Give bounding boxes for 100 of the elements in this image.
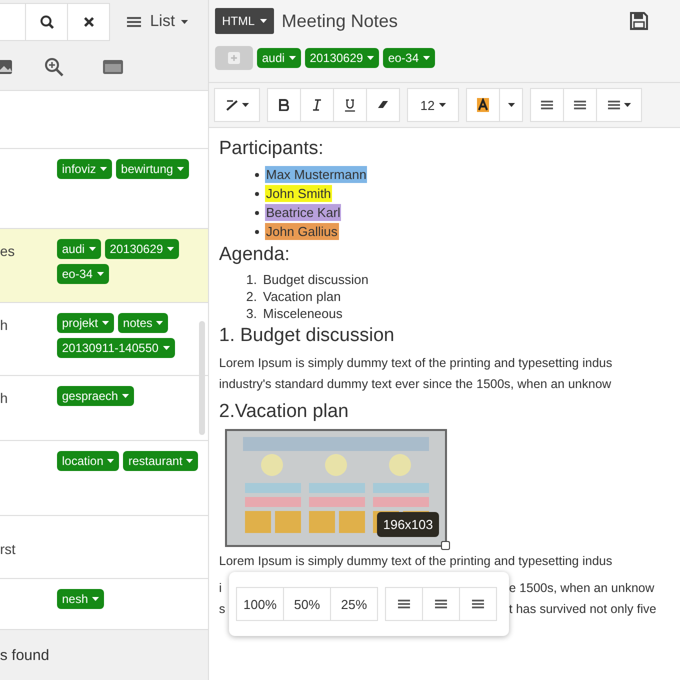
paragraph-line: industry's standard dummy text ever since the 1500s, when an unknow — [219, 376, 612, 393]
tag[interactable]: 20130629 — [304, 48, 380, 68]
tag[interactable]: eo-34 — [57, 264, 109, 284]
tag[interactable]: 20130911-140550 — [57, 338, 175, 358]
highlight-color-button[interactable] — [466, 88, 500, 122]
format-menu[interactable]: HTML — [215, 8, 274, 34]
font-size-menu[interactable]: 12 — [407, 88, 459, 122]
caret-icon — [422, 56, 430, 60]
note-title: rst — [0, 540, 17, 557]
note-title: h — [0, 389, 9, 406]
caret-icon — [102, 321, 110, 325]
float-right-button[interactable] — [422, 587, 460, 621]
caret-icon — [624, 103, 630, 107]
tag[interactable]: audi — [57, 239, 101, 259]
agenda-item: Budget discussion — [263, 272, 369, 287]
underline-button[interactable] — [333, 88, 367, 122]
clear-format-button[interactable] — [366, 88, 400, 122]
caret-icon — [88, 247, 96, 251]
style-button[interactable] — [214, 88, 260, 122]
view-menu[interactable]: List — [124, 13, 188, 31]
note-title: es — [0, 242, 16, 259]
bullet-icon — [255, 192, 259, 196]
clear-button[interactable] — [68, 3, 110, 41]
tag[interactable]: eo-34 — [383, 48, 435, 68]
caret-icon — [156, 321, 164, 325]
resize-handle[interactable] — [441, 541, 450, 550]
paragraph-fragment: t has survived not only five — [509, 601, 658, 618]
content-heading: 1. Budget discussion — [219, 325, 396, 347]
magic-wand-icon — [226, 99, 238, 111]
highlighted-name: John Smith — [265, 185, 332, 202]
note-row[interactable]: es audi 20130629 eo-34 — [0, 229, 208, 303]
tag[interactable]: 20130629 — [104, 239, 180, 259]
list-icon — [124, 16, 144, 28]
image-icon[interactable] — [0, 59, 14, 75]
status-text: s found — [0, 646, 50, 664]
image-size-button[interactable]: 25% — [330, 587, 378, 621]
image-size-label: 196x103 — [377, 512, 439, 537]
caret-icon — [288, 56, 296, 60]
bullet-icon — [255, 230, 259, 234]
search-field[interactable] — [0, 3, 26, 41]
tag[interactable]: location — [57, 451, 120, 471]
bullet-icon — [255, 210, 259, 214]
bold-button[interactable] — [267, 88, 301, 122]
italic-icon — [313, 99, 321, 111]
caret-icon — [96, 272, 104, 276]
list-icon — [398, 598, 410, 610]
note-title: h — [0, 316, 9, 333]
caret-icon — [508, 103, 514, 107]
window-icon[interactable] — [102, 59, 124, 75]
save-icon[interactable] — [630, 12, 648, 30]
list-icon — [574, 99, 586, 111]
caret-icon — [438, 103, 446, 107]
bullet-list-button[interactable] — [530, 88, 564, 122]
tag[interactable]: restaurant — [123, 451, 198, 471]
tag[interactable]: projekt — [57, 313, 114, 333]
search-button[interactable] — [26, 3, 68, 41]
content-heading: Participants: — [219, 138, 325, 160]
tag[interactable]: gespraech — [57, 386, 134, 406]
no-float-button[interactable] — [459, 587, 497, 621]
zoom-in-icon[interactable] — [44, 57, 64, 77]
image-frame[interactable]: 196x103 — [225, 429, 447, 547]
tag[interactable]: nesh — [57, 589, 104, 609]
caret-icon — [177, 167, 184, 171]
agenda-item: Misceleneous — [263, 306, 342, 321]
align-menu[interactable] — [596, 88, 642, 122]
note-title: Meeting Notes — [282, 10, 399, 32]
bullet-icon — [255, 172, 259, 176]
scrollbar[interactable] — [199, 321, 205, 435]
float-left-button[interactable] — [385, 587, 423, 621]
image-size-button[interactable]: 100% — [236, 587, 284, 621]
caret-icon — [92, 597, 100, 601]
numbered-list-button[interactable] — [563, 88, 597, 122]
caret-icon — [367, 56, 374, 60]
tag[interactable]: infoviz — [57, 159, 112, 179]
letter-color-icon — [477, 98, 489, 112]
tag[interactable]: bewirtung — [116, 159, 190, 179]
list-number: 3. — [245, 306, 257, 321]
bold-icon — [279, 99, 289, 111]
tag[interactable]: notes — [118, 313, 168, 333]
close-icon — [84, 17, 94, 27]
paragraph-fragment: s — [219, 601, 226, 618]
underline-icon — [345, 98, 355, 112]
list-number: 1. — [245, 272, 257, 287]
paragraph-fragment: e 1500s, when an unknow — [509, 580, 656, 597]
tag[interactable]: audi — [257, 48, 301, 68]
caret-icon — [167, 247, 174, 251]
highlighted-name: Beatrice Karl — [265, 204, 342, 221]
search-icon — [40, 15, 54, 29]
list-number: 2. — [245, 289, 257, 304]
italic-button[interactable] — [300, 88, 334, 122]
caret-icon — [260, 19, 267, 23]
caret-icon — [242, 103, 248, 107]
image-size-button[interactable]: 50% — [283, 587, 331, 621]
caret-icon — [122, 394, 130, 398]
plus-icon — [228, 52, 240, 64]
caret-icon — [180, 20, 188, 24]
paragraph-fragment: i — [219, 580, 222, 597]
color-menu-button[interactable] — [499, 88, 523, 122]
caret-icon — [107, 459, 114, 463]
agenda-item: Vacation plan — [263, 289, 341, 304]
